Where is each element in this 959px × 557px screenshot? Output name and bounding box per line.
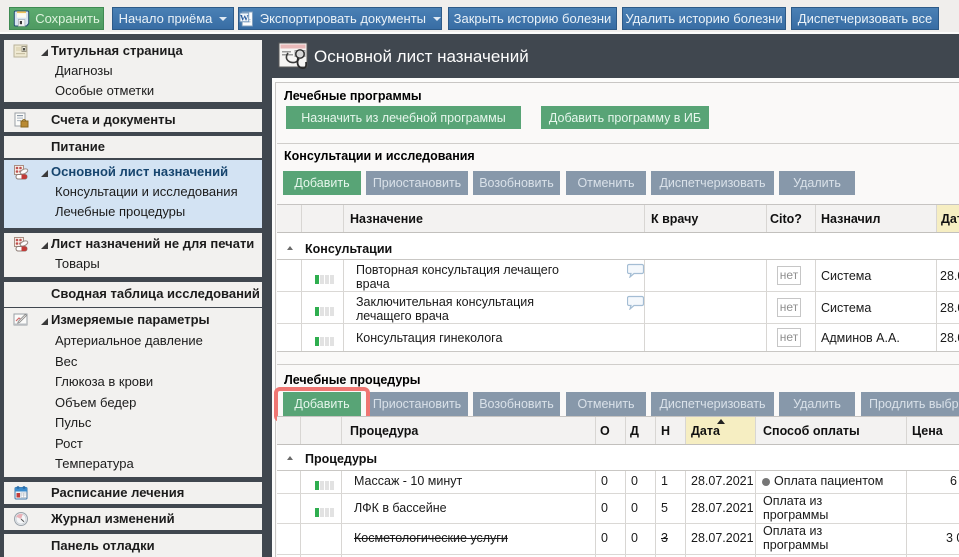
svg-text:W: W bbox=[240, 12, 249, 22]
